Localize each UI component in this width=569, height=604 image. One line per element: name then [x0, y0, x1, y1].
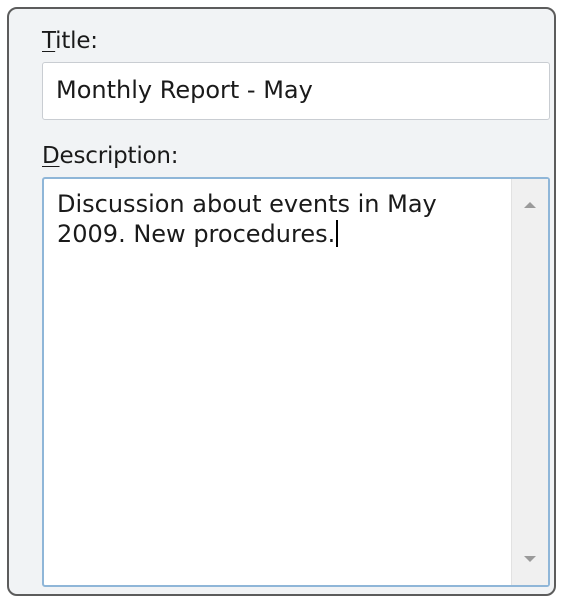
title-input[interactable]: Monthly Report - May: [42, 62, 550, 120]
description-scrollbar[interactable]: [511, 179, 548, 585]
description-value: Discussion about events in May 2009. New…: [57, 190, 437, 248]
scroll-down-arrow-icon: [524, 556, 536, 562]
title-input-value: Monthly Report - May: [56, 76, 313, 104]
scroll-up-arrow-icon: [524, 202, 536, 208]
description-label: Description:: [42, 142, 179, 170]
description-label-mnemonic: D: [42, 143, 60, 169]
title-label-mnemonic: T: [42, 28, 56, 54]
title-label-text: itle:: [55, 28, 98, 54]
scroll-up-button[interactable]: [512, 187, 548, 223]
description-textarea[interactable]: Discussion about events in May 2009. New…: [42, 177, 550, 587]
description-text-container: Discussion about events in May 2009. New…: [57, 189, 497, 249]
text-caret: [336, 220, 339, 247]
form-panel: Title: Monthly Report - May Description:…: [7, 7, 556, 596]
description-label-text: escription:: [59, 143, 179, 169]
title-label: Title:: [42, 27, 98, 55]
scroll-down-button[interactable]: [512, 541, 548, 577]
